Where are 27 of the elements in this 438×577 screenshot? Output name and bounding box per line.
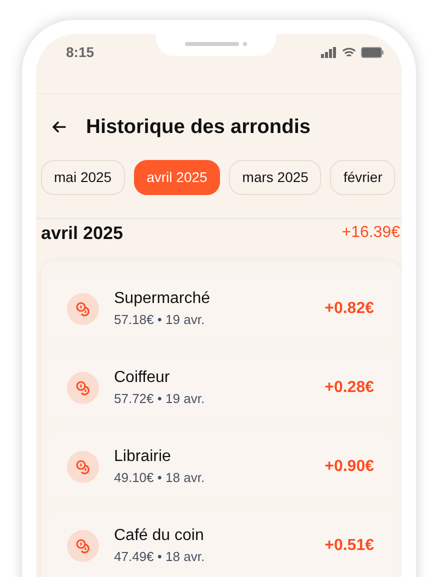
status-time: 8:15	[66, 43, 94, 62]
month-total: +16.39€	[342, 223, 400, 243]
month-tab[interactable]: mars 2025	[229, 160, 322, 195]
signal-icon	[321, 47, 337, 58]
merchant-name: Coiffeur	[114, 368, 171, 388]
speaker-grille	[185, 42, 239, 46]
transaction-detail: 57.18€ • 19 avr.	[114, 310, 206, 328]
transaction-detail: 57.72€ • 19 avr.	[114, 390, 206, 408]
page-title: Historique des arrondis	[86, 115, 310, 140]
transaction-detail: 47.49€ • 18 avr.	[114, 548, 206, 566]
transaction-detail: 49.10€ • 18 avr.	[114, 468, 206, 486]
battery-icon	[361, 47, 384, 58]
coins-icon	[75, 538, 91, 554]
roundup-amount: +0.28€	[324, 378, 374, 398]
coins-icon	[75, 458, 91, 474]
month-heading: avril 2025	[41, 222, 124, 244]
merchant-name: Supermarché	[114, 288, 212, 308]
roundup-amount: +0.90€	[324, 456, 374, 476]
roundup-amount: +0.51€	[324, 536, 374, 556]
merchant-name: Librairie	[114, 446, 172, 466]
merchant-name: Café du coin	[114, 526, 205, 546]
coins-icon	[75, 380, 91, 396]
coins-icon	[75, 300, 91, 316]
roundup-amount: +0.82€	[324, 298, 374, 318]
month-tab[interactable]: février	[330, 160, 396, 195]
month-tab[interactable]: mai 2025	[41, 160, 125, 195]
wifi-icon	[342, 47, 356, 58]
